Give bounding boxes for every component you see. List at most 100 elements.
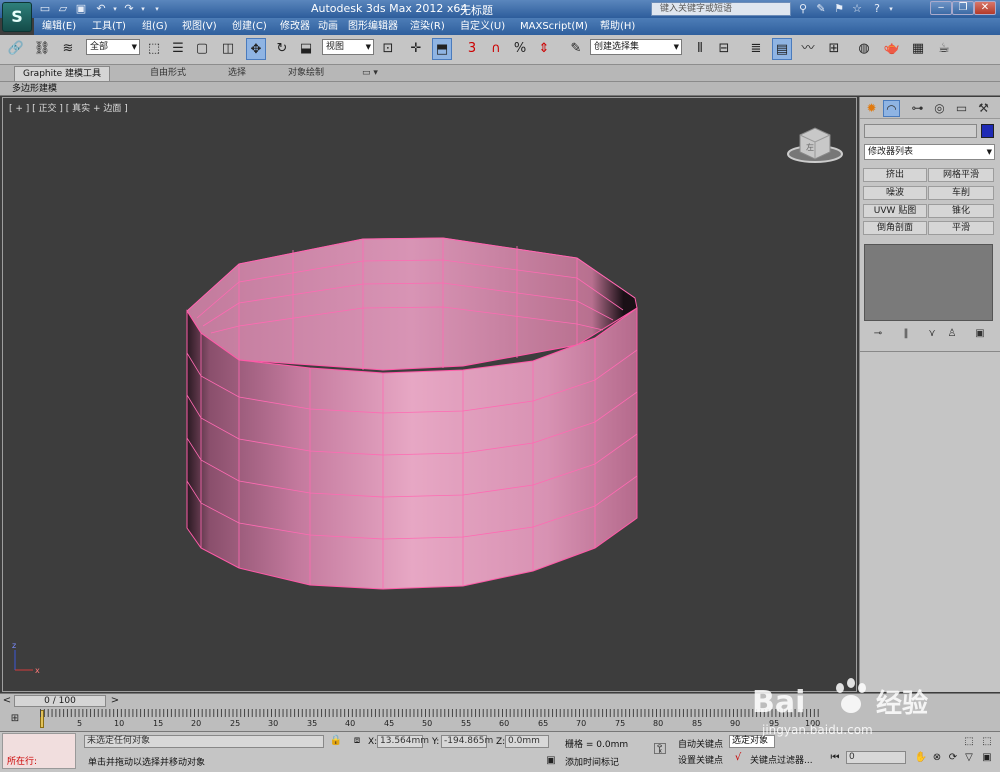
minimize-button[interactable]: ‒ bbox=[930, 1, 952, 15]
lathe-button[interactable]: 车削 bbox=[928, 186, 994, 200]
orbit-icon[interactable]: ⟳ bbox=[946, 751, 960, 765]
make-unique-icon[interactable]: ⋎ bbox=[924, 327, 940, 341]
keyboard-shortcut-override-icon[interactable]: ⬒ bbox=[432, 38, 452, 60]
redo-dropdown-icon[interactable]: ▾ bbox=[136, 2, 150, 16]
select-and-rotate-icon[interactable]: ↻ bbox=[272, 38, 292, 60]
bind-to-space-warp-icon[interactable]: ≋ bbox=[58, 38, 78, 60]
remove-modifier-icon[interactable]: ♙ bbox=[944, 327, 960, 341]
viewport-perspective[interactable]: [ + ] [ 正交 ] [ 真实 + 边面 ] 左 z x bbox=[2, 97, 857, 692]
hierarchy-tab-icon[interactable]: ⊶ bbox=[909, 100, 926, 117]
zoom-extents-all-icon[interactable]: ⬚ bbox=[980, 735, 994, 749]
menu-customize[interactable]: 自定义(U) bbox=[460, 18, 505, 35]
spinner-snap-icon[interactable]: ⇕ bbox=[534, 38, 554, 60]
create-tab-icon[interactable]: ✹ bbox=[863, 100, 880, 117]
walkthrough-icon[interactable]: ⊗ bbox=[930, 751, 944, 765]
y-coordinate-field[interactable]: -194.865m bbox=[441, 735, 493, 748]
close-button[interactable]: ✕ bbox=[974, 1, 996, 15]
angle-snap-icon[interactable]: ∩ bbox=[486, 38, 506, 60]
maximize-viewport-icon[interactable]: ▣ bbox=[980, 751, 994, 765]
go-to-start-icon[interactable]: ⏮ bbox=[828, 751, 842, 765]
motion-tab-icon[interactable]: ◎ bbox=[931, 100, 948, 117]
menu-rendering[interactable]: 渲染(R) bbox=[410, 18, 445, 35]
menu-create[interactable]: 创建(C) bbox=[232, 18, 267, 35]
pin-stack-icon[interactable]: ⊸ bbox=[870, 327, 886, 341]
reference-coordinate-dropdown[interactable]: 视图 ▼ bbox=[322, 39, 374, 55]
snaps-toggle-icon[interactable]: 3 bbox=[462, 38, 482, 60]
select-and-move-icon[interactable]: ✥ bbox=[246, 38, 266, 60]
absolute-mode-icon[interactable]: ⧈ bbox=[350, 734, 364, 748]
select-and-link-icon[interactable]: 🔗 bbox=[6, 38, 26, 60]
zoom-extents-icon[interactable]: ⬚ bbox=[962, 735, 976, 749]
menu-modifiers[interactable]: 修改器 bbox=[280, 18, 310, 35]
mini-curve-editor-icon[interactable]: ⊞ bbox=[8, 712, 22, 726]
unlink-icon[interactable]: ⛓ bbox=[32, 38, 52, 60]
favorites-icon[interactable]: ☆ bbox=[850, 2, 864, 16]
undo-icon[interactable]: ↶ bbox=[94, 2, 108, 16]
maxscript-listener[interactable]: 所在行: bbox=[2, 733, 76, 769]
show-end-result-icon[interactable]: ‖ bbox=[898, 327, 914, 341]
tab-selection[interactable]: 选择 bbox=[228, 66, 246, 81]
selection-filter-dropdown[interactable]: 全部 ▼ bbox=[86, 39, 140, 55]
restore-button[interactable]: ❐ bbox=[952, 1, 974, 15]
save-icon[interactable]: ▣ bbox=[74, 2, 88, 16]
menu-animation[interactable]: 动画 bbox=[318, 18, 338, 35]
render-production-icon[interactable]: ☕ bbox=[934, 38, 954, 60]
utilities-tab-icon[interactable]: ⚒ bbox=[975, 100, 992, 117]
tab-object-paint[interactable]: 对象绘制 bbox=[288, 66, 324, 81]
current-frame-field[interactable]: 0 bbox=[846, 751, 906, 764]
undo-dropdown-icon[interactable]: ▾ bbox=[108, 2, 122, 16]
align-icon[interactable]: ⊟ bbox=[714, 38, 734, 60]
time-slider[interactable]: 0 / 100 bbox=[14, 695, 106, 707]
graphite-toggle-icon[interactable]: ▤ bbox=[772, 38, 792, 60]
rendered-frame-window-icon[interactable]: ▦ bbox=[908, 38, 928, 60]
menu-tools[interactable]: 工具(T) bbox=[92, 18, 126, 35]
polygon-modeling-label[interactable]: 多边形建模 bbox=[12, 82, 57, 96]
redo-icon[interactable]: ↷ bbox=[122, 2, 136, 16]
add-time-tag[interactable]: 添加时间标记 bbox=[565, 755, 619, 768]
render-setup-icon[interactable]: 🫖 bbox=[882, 38, 902, 60]
object-name-field[interactable] bbox=[864, 124, 977, 138]
subscription-icon[interactable]: ✎ bbox=[814, 2, 828, 16]
pivot-center-icon[interactable]: ⊡ bbox=[378, 38, 398, 60]
curve-editor-icon[interactable]: 〰 bbox=[798, 38, 818, 60]
binoculars-icon[interactable]: ⚲ bbox=[796, 2, 810, 16]
named-selection-dropdown[interactable]: 创建选择集 ▼ bbox=[590, 39, 682, 55]
mirror-icon[interactable]: ⫴ bbox=[690, 38, 710, 60]
select-and-scale-icon[interactable]: ⬓ bbox=[296, 38, 316, 60]
menu-views[interactable]: 视图(V) bbox=[182, 18, 217, 35]
select-by-name-icon[interactable]: ☰ bbox=[168, 38, 188, 60]
bevel-profile-button[interactable]: 倒角剖面 bbox=[863, 221, 927, 235]
x-coordinate-field[interactable]: 13.564mm bbox=[377, 735, 429, 748]
menu-graph-editors[interactable]: 图形编辑器 bbox=[348, 18, 398, 35]
help-dropdown-icon[interactable]: ▾ bbox=[884, 2, 898, 16]
set-key-button[interactable]: 设置关键点 bbox=[678, 753, 723, 766]
cylinder-mesh[interactable] bbox=[186, 237, 638, 590]
configure-modifier-sets-icon[interactable]: ▣ bbox=[972, 327, 988, 341]
object-color-swatch[interactable] bbox=[981, 124, 994, 138]
time-prev-icon[interactable]: < bbox=[0, 694, 14, 708]
time-next-icon[interactable]: > bbox=[108, 694, 122, 708]
time-tag-icon[interactable]: ▣ bbox=[544, 754, 558, 768]
ribbon-options-icon[interactable]: ▭ ▾ bbox=[362, 66, 378, 81]
z-coordinate-field[interactable]: 0.0mm bbox=[505, 735, 549, 748]
key-icon[interactable]: ⚿ bbox=[648, 741, 672, 757]
menu-group[interactable]: 组(G) bbox=[142, 18, 168, 35]
field-of-view-icon[interactable]: ▽ bbox=[962, 751, 976, 765]
auto-key-button[interactable]: 自动关键点 bbox=[678, 737, 723, 750]
new-file-icon[interactable]: ▭ bbox=[38, 2, 52, 16]
open-file-icon[interactable]: ▱ bbox=[56, 2, 70, 16]
tab-freeform[interactable]: 自由形式 bbox=[150, 66, 186, 81]
application-button[interactable]: S bbox=[2, 2, 32, 32]
smooth-button[interactable]: 平滑 bbox=[928, 221, 994, 235]
display-tab-icon[interactable]: ▭ bbox=[953, 100, 970, 117]
layer-manager-icon[interactable]: ≣ bbox=[746, 38, 766, 60]
key-filters-icon[interactable]: √ bbox=[731, 751, 745, 765]
window-crossing-icon[interactable]: ◫ bbox=[218, 38, 238, 60]
select-object-icon[interactable]: ⬚ bbox=[144, 38, 164, 60]
menu-maxscript[interactable]: MAXScript(M) bbox=[520, 18, 588, 35]
quick-access-menu-icon[interactable]: ▾ bbox=[150, 2, 164, 16]
select-and-manipulate-icon[interactable]: ✛ bbox=[406, 38, 426, 60]
material-editor-icon[interactable]: ◍ bbox=[854, 38, 874, 60]
communication-center-icon[interactable]: ⚑ bbox=[832, 2, 846, 16]
uvw-map-button[interactable]: UVW 贴图 bbox=[863, 204, 927, 218]
